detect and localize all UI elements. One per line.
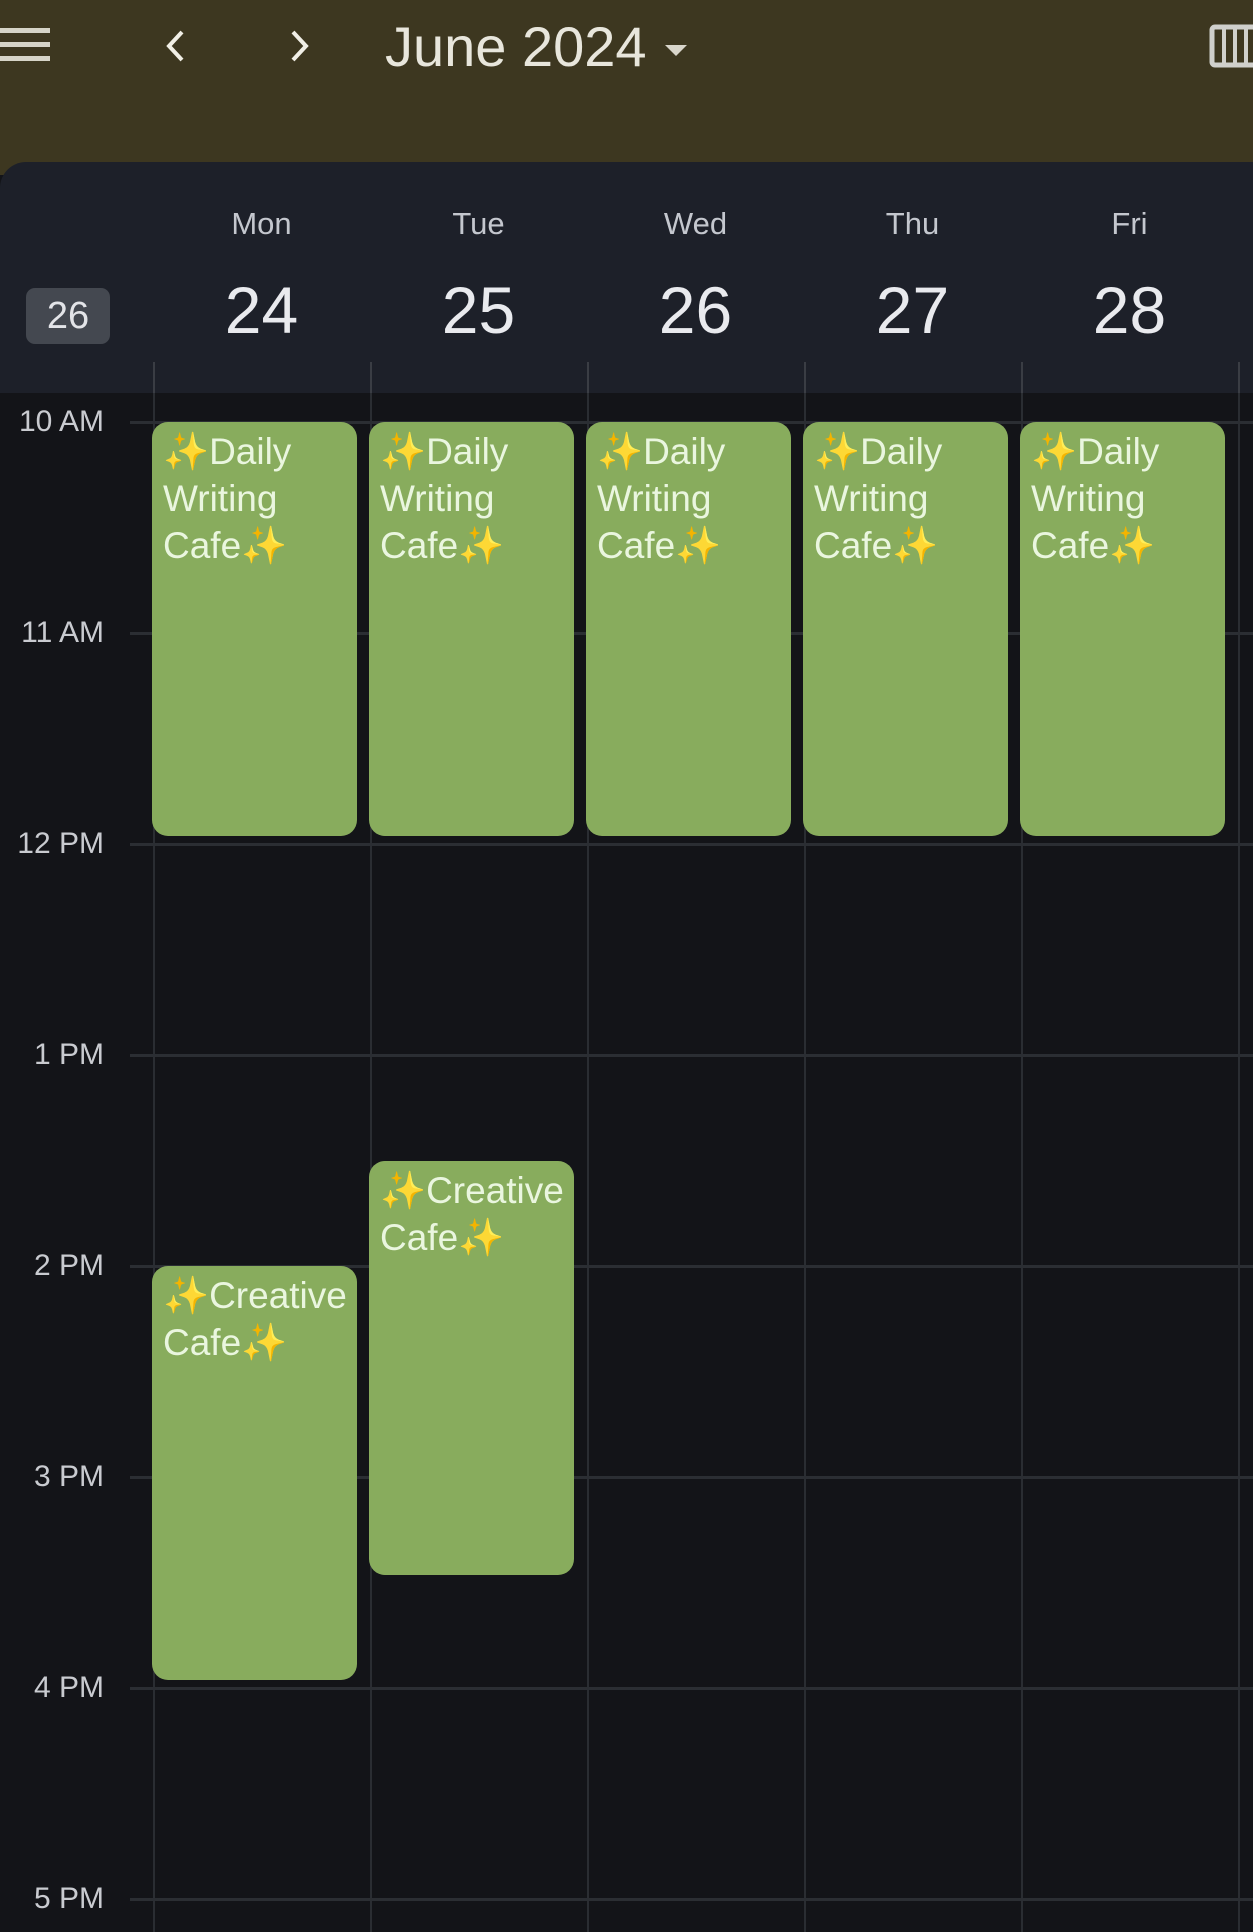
day-number: 27: [875, 273, 950, 347]
time-grid[interactable]: 10 AM 11 AM 12 PM 1 PM 2 PM 3 PM 4 PM 5 …: [0, 393, 1253, 1932]
day-number: 26: [658, 273, 733, 347]
hour-label: 5 PM: [33, 1882, 104, 1915]
event-title: ✨Daily Writing Cafe✨: [163, 431, 292, 566]
hour-line: [130, 843, 1253, 846]
hour-label: 10 AM: [18, 405, 104, 438]
hour-label: 2 PM: [33, 1249, 104, 1282]
event-daily-writing-cafe-mon[interactable]: ✨Daily Writing Cafe✨: [152, 422, 357, 836]
hour-line: [130, 1687, 1253, 1690]
chevron-left-icon[interactable]: [160, 26, 190, 66]
day-name: Fri: [1111, 206, 1148, 241]
top-app-bar: June 2024: [0, 0, 1253, 175]
column-divider: [153, 362, 155, 393]
month-title: June 2024: [385, 15, 647, 78]
column-divider: [1238, 362, 1240, 393]
column-divider: [1021, 362, 1023, 393]
day-name: Thu: [885, 206, 940, 241]
event-creative-cafe-mon[interactable]: ✨Creative Cafe✨: [152, 1266, 357, 1680]
event-title: ✨Daily Writing Cafe✨: [597, 431, 726, 566]
day-number: 25: [441, 273, 516, 347]
event-title: ✨Daily Writing Cafe✨: [814, 431, 943, 566]
hour-label: 12 PM: [17, 827, 104, 860]
event-daily-writing-cafe-thu[interactable]: ✨Daily Writing Cafe✨: [803, 422, 1008, 836]
event-title: ✨Creative Cafe✨: [380, 1169, 564, 1258]
month-title-dropdown[interactable]: June 2024: [385, 12, 687, 82]
day-name: Wed: [663, 206, 728, 241]
event-title: ✨Daily Writing Cafe✨: [1031, 431, 1160, 566]
event-daily-writing-cafe-wed[interactable]: ✨Daily Writing Cafe✨: [586, 422, 791, 836]
week-header: 26 Mon 24 Tue 25 Wed 26 Thu 27 Fri 28: [0, 162, 1253, 393]
chevron-right-icon[interactable]: [285, 26, 315, 66]
menu-icon[interactable]: [0, 28, 52, 64]
hour-line: [130, 1898, 1253, 1901]
event-title: ✨Creative Cafe✨: [163, 1275, 347, 1363]
hour-label: 11 AM: [21, 616, 104, 649]
column-divider: [1238, 393, 1240, 1932]
column-divider: [587, 362, 589, 393]
day-name: Tue: [452, 206, 505, 241]
day-name: Mon: [231, 206, 292, 241]
day-number: 28: [1092, 273, 1167, 347]
column-divider: [370, 362, 372, 393]
week-number-badge: 26: [26, 288, 110, 344]
dropdown-caret-icon: [664, 44, 687, 56]
event-creative-cafe-tue[interactable]: ✨Creative Cafe✨: [369, 1160, 574, 1575]
event-daily-writing-cafe-tue[interactable]: ✨Daily Writing Cafe✨: [369, 422, 574, 836]
event-title: ✨Daily Writing Cafe✨: [380, 431, 509, 566]
event-daily-writing-cafe-fri[interactable]: ✨Daily Writing Cafe✨: [1020, 422, 1225, 836]
day-number: 24: [224, 273, 299, 347]
week-view-icon[interactable]: [1209, 24, 1253, 68]
hour-label: 3 PM: [33, 1460, 104, 1493]
hour-label: 4 PM: [33, 1671, 104, 1704]
hour-label: 1 PM: [33, 1038, 104, 1071]
hour-line: [130, 1054, 1253, 1057]
column-divider: [804, 362, 806, 393]
